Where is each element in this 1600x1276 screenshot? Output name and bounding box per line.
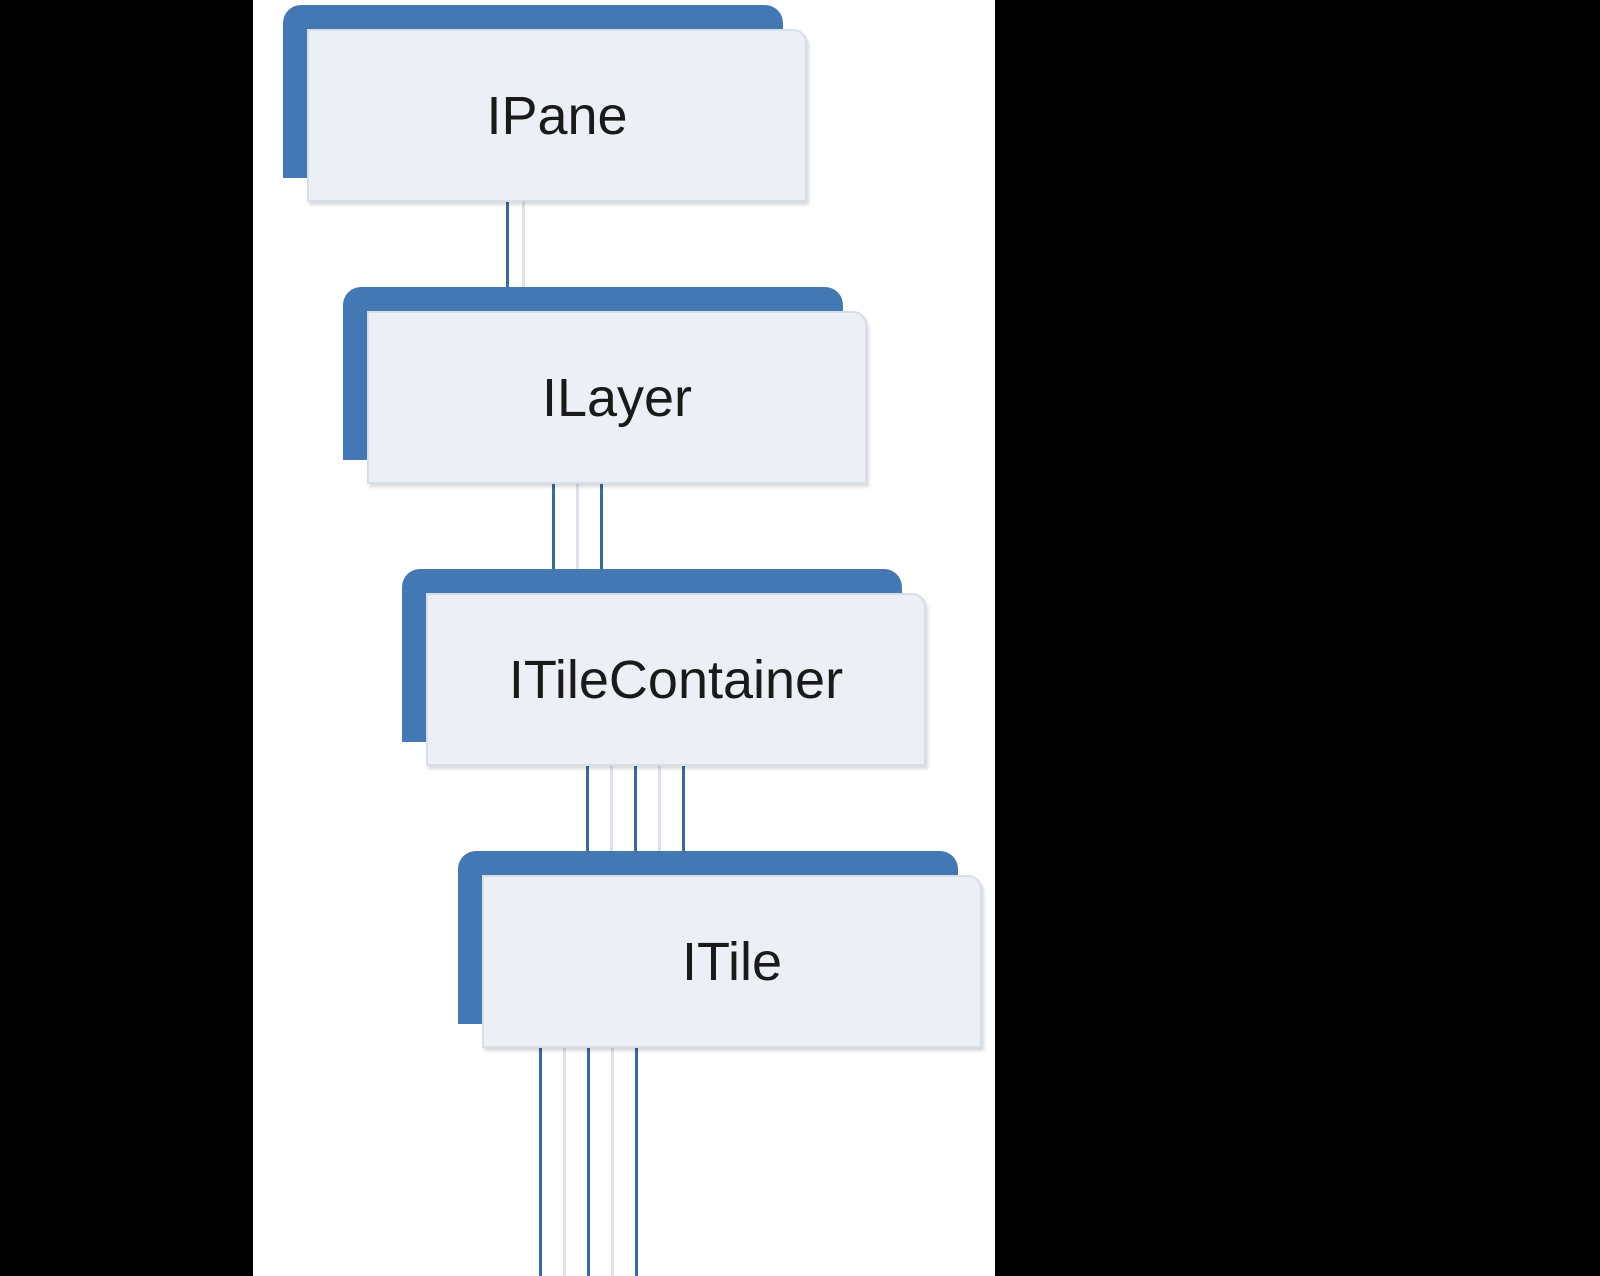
node-ipane: IPane xyxy=(283,5,808,200)
node-ilayer: ILayer xyxy=(343,287,868,482)
node-front: ITileContainer xyxy=(426,593,926,766)
connector xyxy=(506,197,509,297)
node-itilecontainer: ITileContainer xyxy=(402,569,927,764)
connector xyxy=(682,761,685,861)
connector xyxy=(635,1043,638,1276)
connector xyxy=(586,761,589,861)
node-front: ILayer xyxy=(367,311,867,484)
node-front: IPane xyxy=(307,29,807,202)
connector xyxy=(587,1043,590,1276)
connector xyxy=(576,479,579,579)
node-label: IPane xyxy=(486,85,627,147)
connector xyxy=(539,1043,542,1276)
node-itile: ITile xyxy=(458,851,983,1046)
connector xyxy=(658,761,661,861)
connector xyxy=(600,479,603,579)
node-front: ITile xyxy=(482,875,982,1048)
node-label: ITileContainer xyxy=(509,649,843,711)
diagram-canvas: IPane ILayer ITileContainer ITile xyxy=(253,0,995,1276)
connector xyxy=(552,479,555,579)
connector xyxy=(610,761,613,861)
connector xyxy=(563,1043,566,1276)
node-label: ILayer xyxy=(542,367,692,429)
connector xyxy=(522,197,525,297)
connector xyxy=(611,1043,614,1276)
connector xyxy=(634,761,637,861)
node-label: ITile xyxy=(682,931,782,993)
